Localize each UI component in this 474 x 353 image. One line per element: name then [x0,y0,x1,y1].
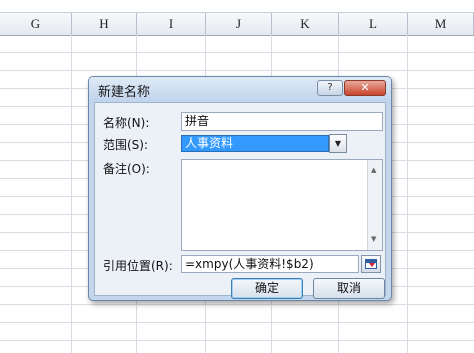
dialog-body: 名称(N): 拼音 范围(S): 人事资料 ▼ 备注(O): ▲ ▼ 引用位置(… [94,102,386,299]
column-header-g[interactable]: G [0,13,72,35]
column-header-bar: G H I J K L M [0,12,474,36]
refers-to-input[interactable]: =xmpy(人事资料!$b2) [181,255,359,273]
red-arrow-icon [369,263,375,267]
column-header-l[interactable]: L [339,13,408,35]
scroll-up-icon[interactable]: ▲ [371,162,376,179]
column-header-k[interactable]: K [272,13,339,35]
scope-select[interactable]: 人事资料 [181,135,329,152]
chevron-down-icon[interactable]: ▼ [329,134,347,153]
name-label: 名称(N): [103,116,150,130]
column-header-m[interactable]: M [408,13,474,35]
cancel-button[interactable]: 取消 [313,278,385,299]
help-button[interactable]: ? [317,80,343,96]
name-input[interactable]: 拼音 [181,112,383,131]
comment-textarea[interactable]: ▲ ▼ [181,159,383,251]
dialog-titlebar[interactable]: 新建名称 ? ✕ [89,77,391,101]
dialog-title: 新建名称 [98,85,151,100]
column-header-i[interactable]: I [137,13,206,35]
ref-label: 引用位置(R): [103,259,173,273]
collapse-dialog-button[interactable] [361,255,381,273]
ok-button[interactable]: 确定 [231,278,303,299]
close-button[interactable]: ✕ [344,80,386,96]
new-name-dialog: 新建名称 ? ✕ 名称(N): 拼音 范围(S): 人事资料 ▼ 备注(O): … [88,76,392,301]
column-header-h[interactable]: H [72,13,137,35]
comment-scrollbar[interactable]: ▲ ▼ [367,160,382,250]
comment-label: 备注(O): [103,162,150,176]
column-header-j[interactable]: J [206,13,272,35]
scroll-down-icon[interactable]: ▼ [371,231,376,248]
scope-label: 范围(S): [103,138,149,152]
